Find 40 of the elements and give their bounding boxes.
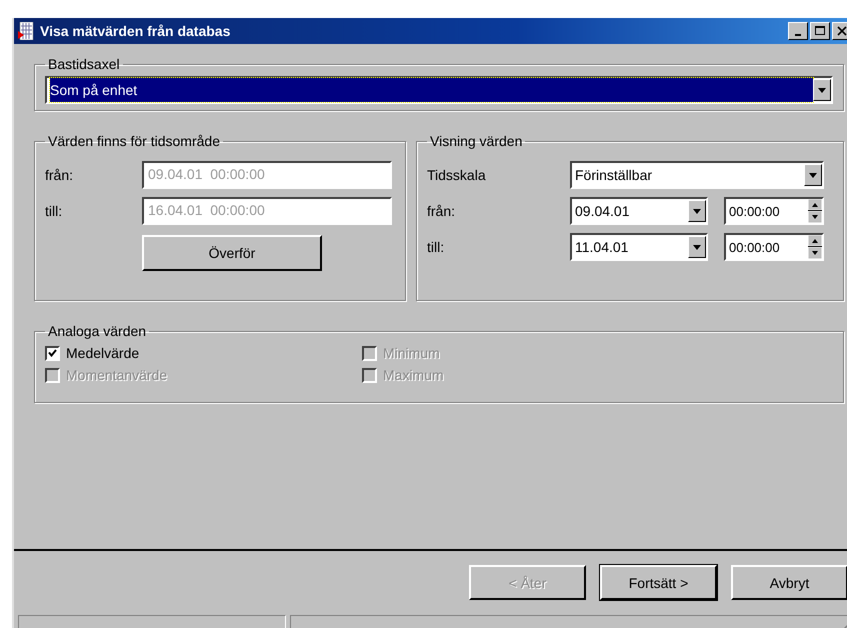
minimize-button[interactable] bbox=[788, 22, 808, 40]
wizard-button[interactable]: Fortsätt > bbox=[600, 565, 717, 600]
minimize-icon bbox=[795, 34, 801, 36]
group-label: Visning värden bbox=[429, 133, 524, 149]
checkbox-label: Minimum bbox=[383, 345, 440, 361]
time-scale-dropdown[interactable]: Förinställbar bbox=[570, 161, 824, 189]
close-icon bbox=[837, 26, 847, 36]
spin-arrows-icon bbox=[808, 235, 822, 259]
checkbox-label: Momentanvärde bbox=[66, 367, 168, 383]
time-spinner[interactable]: 00:00:00 bbox=[724, 233, 824, 261]
dropdown-value: Förinställbar bbox=[575, 167, 654, 183]
base-axis-dropdown[interactable]: Som på enhet bbox=[45, 76, 833, 104]
check-icon bbox=[48, 349, 57, 357]
field-label: från: bbox=[427, 203, 456, 219]
checkbox-label: Medelvärde bbox=[66, 345, 140, 361]
maximize-icon bbox=[815, 26, 825, 36]
window-title: Visa mätvärden från databas bbox=[40, 23, 232, 39]
group-label: Analoga värden bbox=[47, 323, 148, 339]
field-label: till: bbox=[427, 239, 446, 255]
date-dropdown[interactable]: 09.04.01 bbox=[570, 197, 708, 225]
time-spinner[interactable]: 00:00:00 bbox=[724, 197, 824, 225]
spinner-value: 00:00:00 bbox=[729, 204, 781, 218]
spin-arrows-icon bbox=[808, 199, 822, 223]
app-icon bbox=[18, 22, 34, 40]
close-button[interactable] bbox=[832, 22, 847, 40]
field-label: till: bbox=[45, 203, 64, 219]
field-label: Tidsskala bbox=[427, 167, 487, 183]
dropdown-value: 09.04.01 bbox=[575, 203, 630, 219]
field-label: från: bbox=[45, 167, 74, 183]
group-label: Bastidsaxel bbox=[47, 56, 121, 72]
checkbox-label: Maximum bbox=[383, 367, 444, 383]
date-dropdown[interactable]: 11.04.01 bbox=[570, 233, 708, 261]
wizard-button[interactable]: Avbryt bbox=[731, 565, 847, 600]
spinner-value: 00:00:00 bbox=[729, 240, 781, 254]
maximize-button[interactable] bbox=[810, 22, 830, 40]
group-label: Värden finns för tidsområde bbox=[47, 133, 221, 149]
checkbox[interactable] bbox=[45, 346, 60, 360]
dropdown-value: Som på enhet bbox=[50, 78, 813, 102]
dropdown-value: 11.04.01 bbox=[575, 239, 630, 255]
transfer-button[interactable]: Överför bbox=[142, 235, 322, 271]
